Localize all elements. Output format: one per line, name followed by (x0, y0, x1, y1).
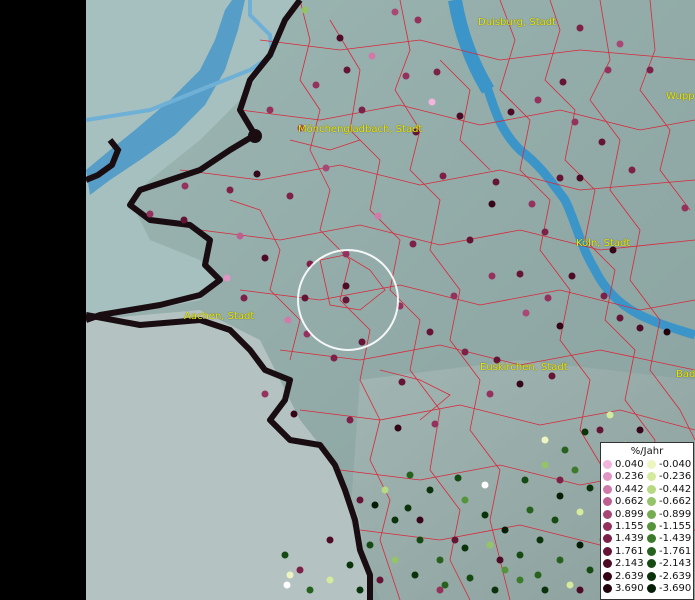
legend-value-positive: 0.040 (615, 459, 644, 470)
legend-title: %/Jahr (630, 446, 664, 457)
city-label-moenchengladbach[interactable]: Mönchengladbach, Stadt (298, 124, 422, 135)
legend-value-negative: -1.155 (659, 521, 692, 532)
legend-swatch-positive (603, 472, 612, 482)
legend-row: 0.899 -0.899 (601, 509, 695, 521)
legend-swatch-negative (647, 522, 656, 531)
legend-swatch-negative (647, 472, 656, 482)
legend-value-positive: 0.442 (615, 483, 644, 495)
legend-swatch-negative (647, 497, 656, 507)
legend-row: 3.690 -3.690 (601, 583, 695, 595)
legend-value-positive: 3.690 (615, 583, 644, 594)
legend-value-positive: 1.439 (615, 533, 644, 545)
legend-row: 1.761 -1.761 (601, 546, 695, 558)
legend-swatch-positive (603, 497, 612, 507)
legend-swatch-positive (603, 546, 612, 556)
legend-swatch-positive (603, 509, 612, 519)
legend-swatch-negative (647, 559, 656, 569)
legend-value-positive: 0.236 (615, 471, 644, 483)
legend-swatch-negative (647, 484, 656, 494)
city-label-bad[interactable]: Bad (676, 369, 695, 380)
legend-value-negative: -0.899 (659, 508, 692, 520)
legend-value-negative: -0.040 (659, 459, 692, 470)
legend-value-positive: 2.639 (615, 570, 644, 582)
city-label-aachen[interactable]: Aachen, Stadt (184, 311, 254, 322)
legend-row: 2.143 -2.143 (601, 558, 695, 570)
legend-value-negative: -1.439 (659, 533, 692, 545)
legend-row: 1.439 -1.439 (601, 533, 695, 545)
city-label-duisburg[interactable]: Duisburg, Stadt (478, 17, 556, 28)
legend-swatch-positive (603, 522, 612, 531)
border-node (248, 129, 262, 143)
legend-value-positive: 1.155 (615, 521, 644, 532)
legend-swatch-positive (603, 484, 612, 494)
legend-row: 2.639 -2.639 (601, 571, 695, 583)
legend-swatch-positive (603, 534, 612, 544)
legend-row: 0.236 -0.236 (601, 471, 695, 483)
legend-value-negative: -1.761 (659, 545, 692, 557)
legend-swatch-positive (603, 584, 612, 593)
city-label-euskirchen[interactable]: Euskirchen, Stadt (480, 362, 568, 373)
legend-swatch-positive (603, 559, 612, 569)
legend-value-negative: -2.639 (659, 570, 692, 582)
legend-swatch-negative (647, 546, 656, 556)
legend-value-negative: -0.442 (659, 483, 692, 495)
legend-swatch-negative (647, 534, 656, 544)
legend-value-negative: -0.662 (659, 496, 692, 508)
legend-swatch-negative (647, 571, 656, 581)
city-label-wuppertal[interactable]: Wupp (666, 91, 695, 102)
legend-value-negative: -0.236 (659, 471, 692, 483)
left-black-strip (0, 0, 86, 600)
legend-row: 0.662 -0.662 (601, 496, 695, 508)
legend-swatch-negative (647, 460, 656, 469)
legend-row: 0.040 -0.040 (601, 459, 695, 471)
legend-row: 0.442 -0.442 (601, 484, 695, 496)
legend-value-positive: 0.662 (615, 496, 644, 508)
legend-swatch-negative (647, 584, 656, 593)
legend-value-positive: 1.761 (615, 545, 644, 557)
legend: %/Jahr 0.040 -0.040 0.236 -0.236 0.442 -0.442… (600, 442, 694, 600)
legend-swatch-positive (603, 571, 612, 581)
legend-value-negative: -3.690 (659, 583, 692, 594)
legend-value-negative: -2.143 (659, 558, 692, 570)
city-label-koeln[interactable]: Köln, Stadt (576, 238, 630, 249)
legend-row: 1.155 -1.155 (601, 521, 695, 533)
legend-value-positive: 2.143 (615, 558, 644, 570)
legend-swatch-negative (647, 509, 656, 519)
legend-swatch-positive (603, 460, 612, 469)
legend-value-positive: 0.899 (615, 508, 644, 520)
